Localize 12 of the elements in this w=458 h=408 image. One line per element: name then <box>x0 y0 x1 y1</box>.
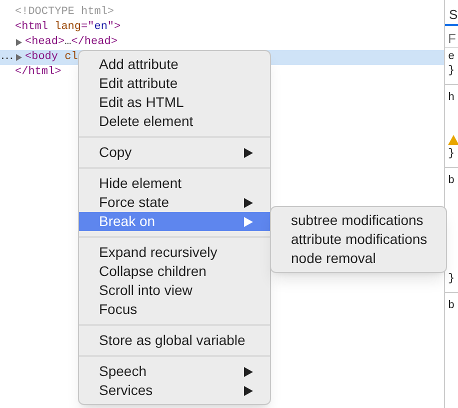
node-markup: <body cl <box>25 50 78 65</box>
css-code-line: b <box>448 299 456 313</box>
node-markup: <!DOCTYPE html> <box>15 5 114 20</box>
css-code-line: h <box>448 91 456 105</box>
css-code-line: e <box>448 50 456 64</box>
css-code-line: } <box>448 147 456 161</box>
css-code-line: } <box>448 272 456 286</box>
css-code-line: } <box>448 64 456 78</box>
node-markup: </html> <box>15 65 62 80</box>
css-code-line: b <box>448 174 456 188</box>
node-markup: <html lang="en"> <box>15 20 121 35</box>
node-markup: <head>…</head> <box>25 35 118 50</box>
